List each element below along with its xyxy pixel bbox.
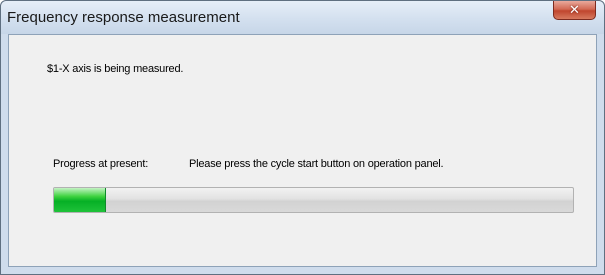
progress-bar	[53, 187, 574, 213]
status-instruction: Please press the cycle start button on o…	[189, 158, 444, 170]
measurement-message: $1-X axis is being measured.	[47, 63, 184, 75]
progress-bar-fill	[54, 188, 106, 212]
window-title: Frequency response measurement	[7, 9, 240, 26]
title-bar[interactable]: Frequency response measurement ✕	[1, 1, 604, 34]
close-button[interactable]: ✕	[553, 1, 596, 20]
progress-label: Progress at present:	[53, 158, 149, 170]
dialog-window: Frequency response measurement ✕ $1-X ax…	[0, 0, 605, 275]
close-icon: ✕	[569, 2, 580, 18]
